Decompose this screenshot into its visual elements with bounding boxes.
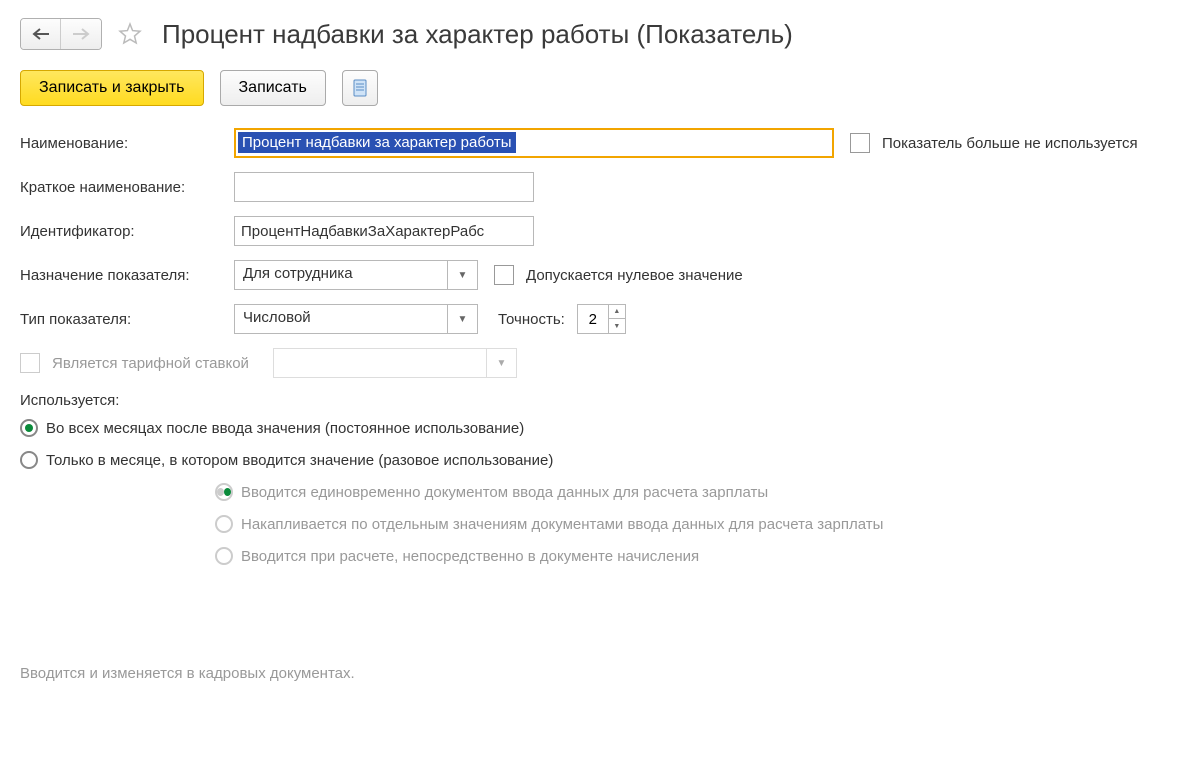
footer-note: Вводится и изменяется в кадровых докумен… [20,665,1180,682]
radio-sub1-input [215,483,233,501]
nav-forward-button[interactable] [61,19,101,49]
radio-sub2-input [215,515,233,533]
radio-sub1: Вводится единовременно документом ввода … [215,483,1180,501]
radio-once-input[interactable] [20,451,38,469]
radio-sub3-input [215,547,233,565]
dropdown-purpose-text: Для сотрудника [235,261,447,289]
row-tariff: Является тарифной ставкой ▼ [20,348,1180,378]
sub-radios-group: Вводится единовременно документом ввода … [215,483,1180,565]
input-precision[interactable] [578,305,608,333]
radio-permanent-label: Во всех месяцах после ввода значения (по… [46,420,524,437]
label-is-tariff: Является тарифной ставкой [52,355,249,372]
row-name: Наименование: Процент надбавки за характ… [20,128,1180,158]
dropdown-type[interactable]: Числовой ▼ [234,304,478,334]
dropdown-tariff: ▼ [273,348,517,378]
label-purpose: Назначение показателя: [20,267,230,284]
label-precision: Точность: [498,311,565,328]
dropdown-purpose[interactable]: Для сотрудника ▼ [234,260,478,290]
arrow-right-icon [72,28,90,40]
spinner-up-icon[interactable]: ▲ [609,305,625,319]
more-button[interactable] [342,70,378,106]
label-type: Тип показателя: [20,311,230,328]
label-used: Используется: [20,392,1180,409]
row-identifier: Идентификатор: [20,216,1180,246]
label-not-used: Показатель больше не используется [882,135,1138,152]
row-purpose: Назначение показателя: Для сотрудника ▼ … [20,260,1180,290]
save-button[interactable]: Записать [220,70,326,106]
input-short-name[interactable] [234,172,534,202]
header-bar: Процент надбавки за характер работы (Пок… [20,18,1180,50]
spinner-down-icon[interactable]: ▼ [609,319,625,333]
radio-sub3-label: Вводится при расчете, непосредственно в … [241,548,699,565]
checkbox-is-tariff [20,353,40,373]
checkbox-not-used[interactable] [850,133,870,153]
dropdown-type-text: Числовой [235,305,447,333]
nav-group [20,18,102,50]
page-title: Процент надбавки за характер работы (Пок… [162,19,793,50]
toolbar: Записать и закрыть Записать [20,70,1180,106]
radio-permanent-input[interactable] [20,419,38,437]
favorite-star-icon[interactable] [116,20,144,48]
spinner-precision[interactable]: ▲ ▼ [577,304,626,334]
dropdown-tariff-text [274,349,486,377]
row-type: Тип показателя: Числовой ▼ Точность: ▲ ▼ [20,304,1180,334]
chevron-down-icon: ▼ [447,305,477,333]
radio-sub2-label: Накапливается по отдельным значениям док… [241,516,883,533]
radio-once-label: Только в месяце, в котором вводится знач… [46,452,553,469]
list-icon [353,79,367,97]
radio-sub3: Вводится при расчете, непосредственно в … [215,547,1180,565]
nav-back-button[interactable] [21,19,61,49]
input-name[interactable]: Процент надбавки за характер работы [234,128,834,158]
radio-once[interactable]: Только в месяце, в котором вводится знач… [20,451,1180,469]
save-close-button[interactable]: Записать и закрыть [20,70,204,106]
row-short-name: Краткое наименование: [20,172,1180,202]
radio-permanent[interactable]: Во всех месяцах после ввода значения (по… [20,419,1180,437]
spinner-buttons[interactable]: ▲ ▼ [608,305,625,333]
radio-sub2: Накапливается по отдельным значениям док… [215,515,1180,533]
arrow-left-icon [32,28,50,40]
label-name: Наименование: [20,135,230,152]
label-identifier: Идентификатор: [20,223,230,240]
checkbox-allow-zero[interactable] [494,265,514,285]
radio-sub1-label: Вводится единовременно документом ввода … [241,484,768,501]
input-identifier[interactable] [234,216,534,246]
label-short-name: Краткое наименование: [20,179,230,196]
chevron-down-icon: ▼ [486,349,516,377]
chevron-down-icon: ▼ [447,261,477,289]
label-allow-zero: Допускается нулевое значение [526,267,743,284]
